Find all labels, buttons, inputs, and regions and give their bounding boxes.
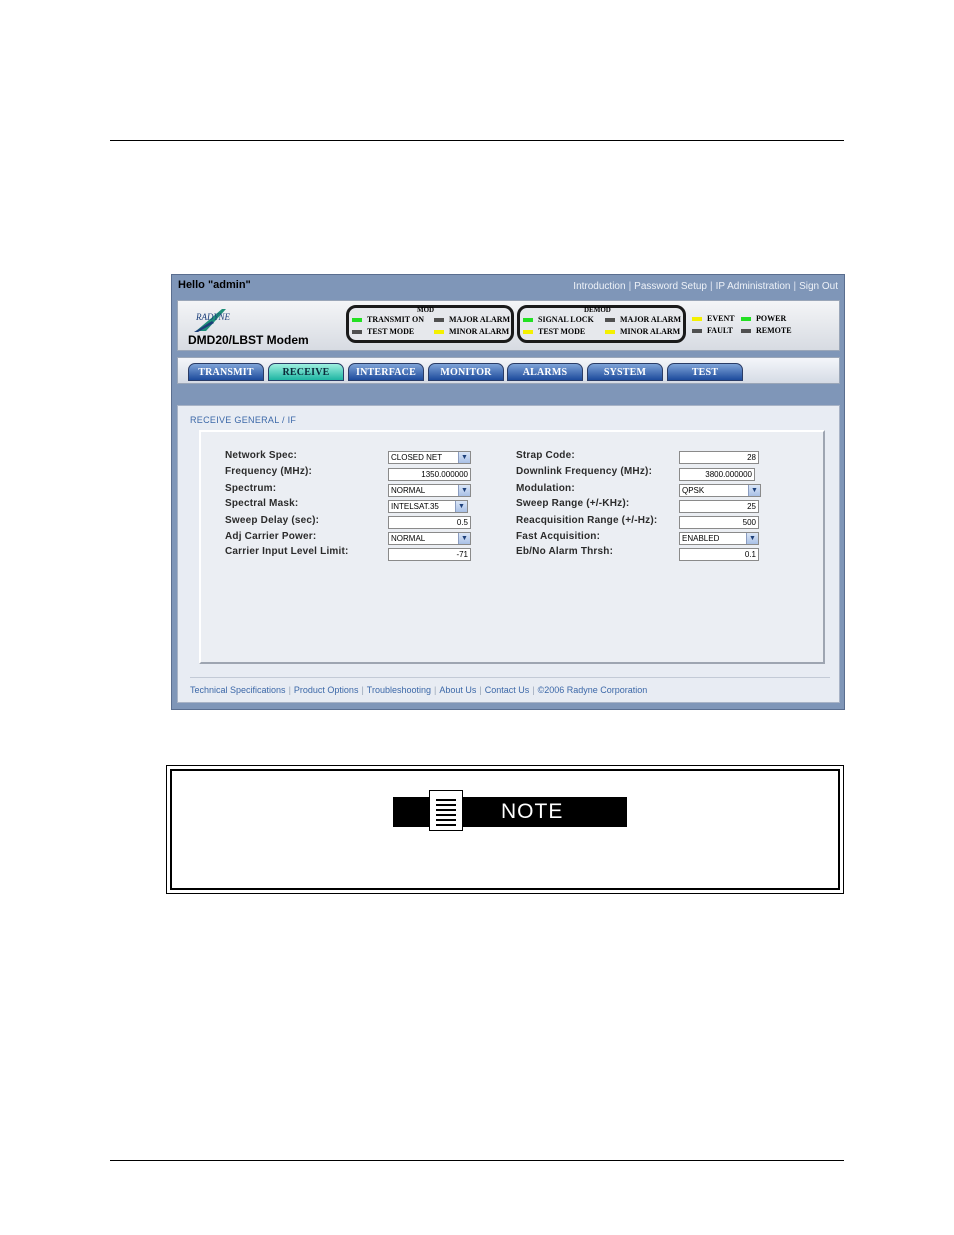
led-fault: FAULT [692,326,733,335]
link-technical-specifications[interactable]: Technical Specifications [190,685,286,695]
footer-divider [190,677,830,678]
link-about-us[interactable]: About Us [439,685,476,695]
label-spectrum: Spectrum: [225,483,277,494]
select-fast-acquisition[interactable]: ENABLED ▼ [679,532,759,545]
label-adj-carrier-power: Adj Carrier Power: [225,531,317,542]
link-contact-us[interactable]: Contact Us [485,685,530,695]
link-password-setup[interactable]: Password Setup [634,281,707,292]
input-ebno-alarm-thrsh[interactable]: 0.1 [679,548,759,561]
led-mod-minor-alarm: MINOR ALARM [434,327,509,336]
select-network-spec[interactable]: CLOSED NET ▼ [388,451,471,464]
label-spectral-mask: Spectral Mask: [225,498,299,509]
label-network-spec: Network Spec: [225,450,298,461]
led-power: POWER [741,314,786,323]
label-sweep-range: Sweep Range (+/-KHz): [516,498,630,509]
copyright: ©2006 Radyne Corporation [537,685,648,695]
led-remote: REMOTE [741,326,792,335]
tab-receive[interactable]: RECEIVE [268,363,344,381]
label-ebno-alarm-thrsh: Eb/No Alarm Thrsh: [516,546,614,557]
input-sweep-delay[interactable]: 0.5 [388,516,471,529]
tab-monitor[interactable]: MONITOR [428,363,504,381]
link-troubleshooting[interactable]: Troubleshooting [367,685,431,695]
note-label: NOTE [501,800,564,823]
led-event: EVENT [692,314,735,323]
mod-caption: MOD [417,306,435,314]
chevron-down-icon[interactable]: ▼ [458,485,470,496]
tab-alarms[interactable]: ALARMS [507,363,583,381]
note-banner: NOTE [393,790,627,831]
model-name: DMD20/LBST Modem [188,333,309,347]
chevron-down-icon[interactable]: ▼ [455,501,467,512]
input-strap-code[interactable]: 28 [679,451,759,464]
link-product-options[interactable]: Product Options [294,685,359,695]
input-downlink-frequency[interactable]: 3800.000000 [679,468,755,481]
greeting: Hello "admin" [178,279,251,291]
logo-wordmark: RADYNE [196,312,231,322]
link-sign-out[interactable]: Sign Out [799,281,838,292]
label-reacquisition-range: Reacquisition Range (+/-Hz): [516,515,658,526]
input-reacquisition-range[interactable]: 500 [679,516,759,529]
header-rule [110,140,844,141]
select-spectrum[interactable]: NORMAL ▼ [388,484,471,497]
footer-rule [110,1160,844,1161]
note-box: NOTE [166,765,844,894]
select-adj-carrier-power[interactable]: NORMAL ▼ [388,532,471,545]
receive-form: Network Spec: CLOSED NET ▼ Frequency (MHz… [199,430,825,664]
label-sweep-delay: Sweep Delay (sec): [225,515,320,526]
select-modulation[interactable]: QPSK ▼ [679,484,761,497]
label-downlink-frequency: Downlink Frequency (MHz): [516,466,653,477]
led-mod-major-alarm: MAJOR ALARM [434,315,510,324]
chevron-down-icon[interactable]: ▼ [748,485,760,496]
tab-transmit[interactable]: TRANSMIT [188,363,264,381]
led-signal-lock: SIGNAL LOCK [523,315,594,324]
tab-interface[interactable]: INTERFACE [348,363,424,381]
input-carrier-input-level-limit[interactable]: -71 [388,548,471,561]
led-demod-minor-alarm: MINOR ALARM [605,327,680,336]
tab-test[interactable]: TEST [667,363,743,381]
led-mod-test-mode: TEST MODE [352,327,414,336]
section-title: RECEIVE GENERAL / IF [190,415,297,425]
chevron-down-icon[interactable]: ▼ [746,533,758,544]
top-links: Introduction | Password Setup | IP Administr… [573,281,838,292]
label-modulation: Modulation: [516,483,575,494]
led-demod-test-mode: TEST MODE [523,327,585,336]
led-transmit-on: TRANSMIT ON [352,315,424,324]
top-bar: Hello "admin" Introduction | Password Setu… [172,275,844,299]
label-strap-code: Strap Code: [516,450,575,461]
input-frequency[interactable]: 1350.000000 [388,468,471,481]
label-frequency: Frequency (MHz): [225,466,313,477]
footer-links: Technical Specifications | Product Options… [190,685,648,695]
link-ip-administration[interactable]: IP Administration [716,281,791,292]
note-document-icon [429,790,463,831]
chevron-down-icon[interactable]: ▼ [458,533,470,544]
device-header: RADYNE DMD20/LBST Modem MOD TRANSMIT ON … [177,300,840,351]
mod-status-group: MOD TRANSMIT ON MAJOR ALARM TEST MODE MI… [346,305,514,343]
link-introduction[interactable]: Introduction [573,281,625,292]
demod-caption: DEMOD [584,306,611,314]
label-carrier-input-level-limit: Carrier Input Level Limit: [225,546,349,557]
demod-status-group: DEMOD SIGNAL LOCK MAJOR ALARM TEST MODE … [517,305,686,343]
chevron-down-icon[interactable]: ▼ [458,452,470,463]
input-sweep-range[interactable]: 25 [679,500,759,513]
receive-content-panel: RECEIVE GENERAL / IF Network Spec: CLOSE… [177,405,840,703]
modem-web-ui-screenshot: Hello "admin" Introduction | Password Setu… [171,274,845,710]
select-spectral-mask[interactable]: INTELSAT.35 ▼ [388,500,468,513]
tab-system[interactable]: SYSTEM [587,363,663,381]
led-demod-major-alarm: MAJOR ALARM [605,315,681,324]
tab-bar: TRANSMIT RECEIVE INTERFACE MONITOR ALARM… [177,357,840,384]
label-fast-acquisition: Fast Acquisition: [516,531,601,542]
